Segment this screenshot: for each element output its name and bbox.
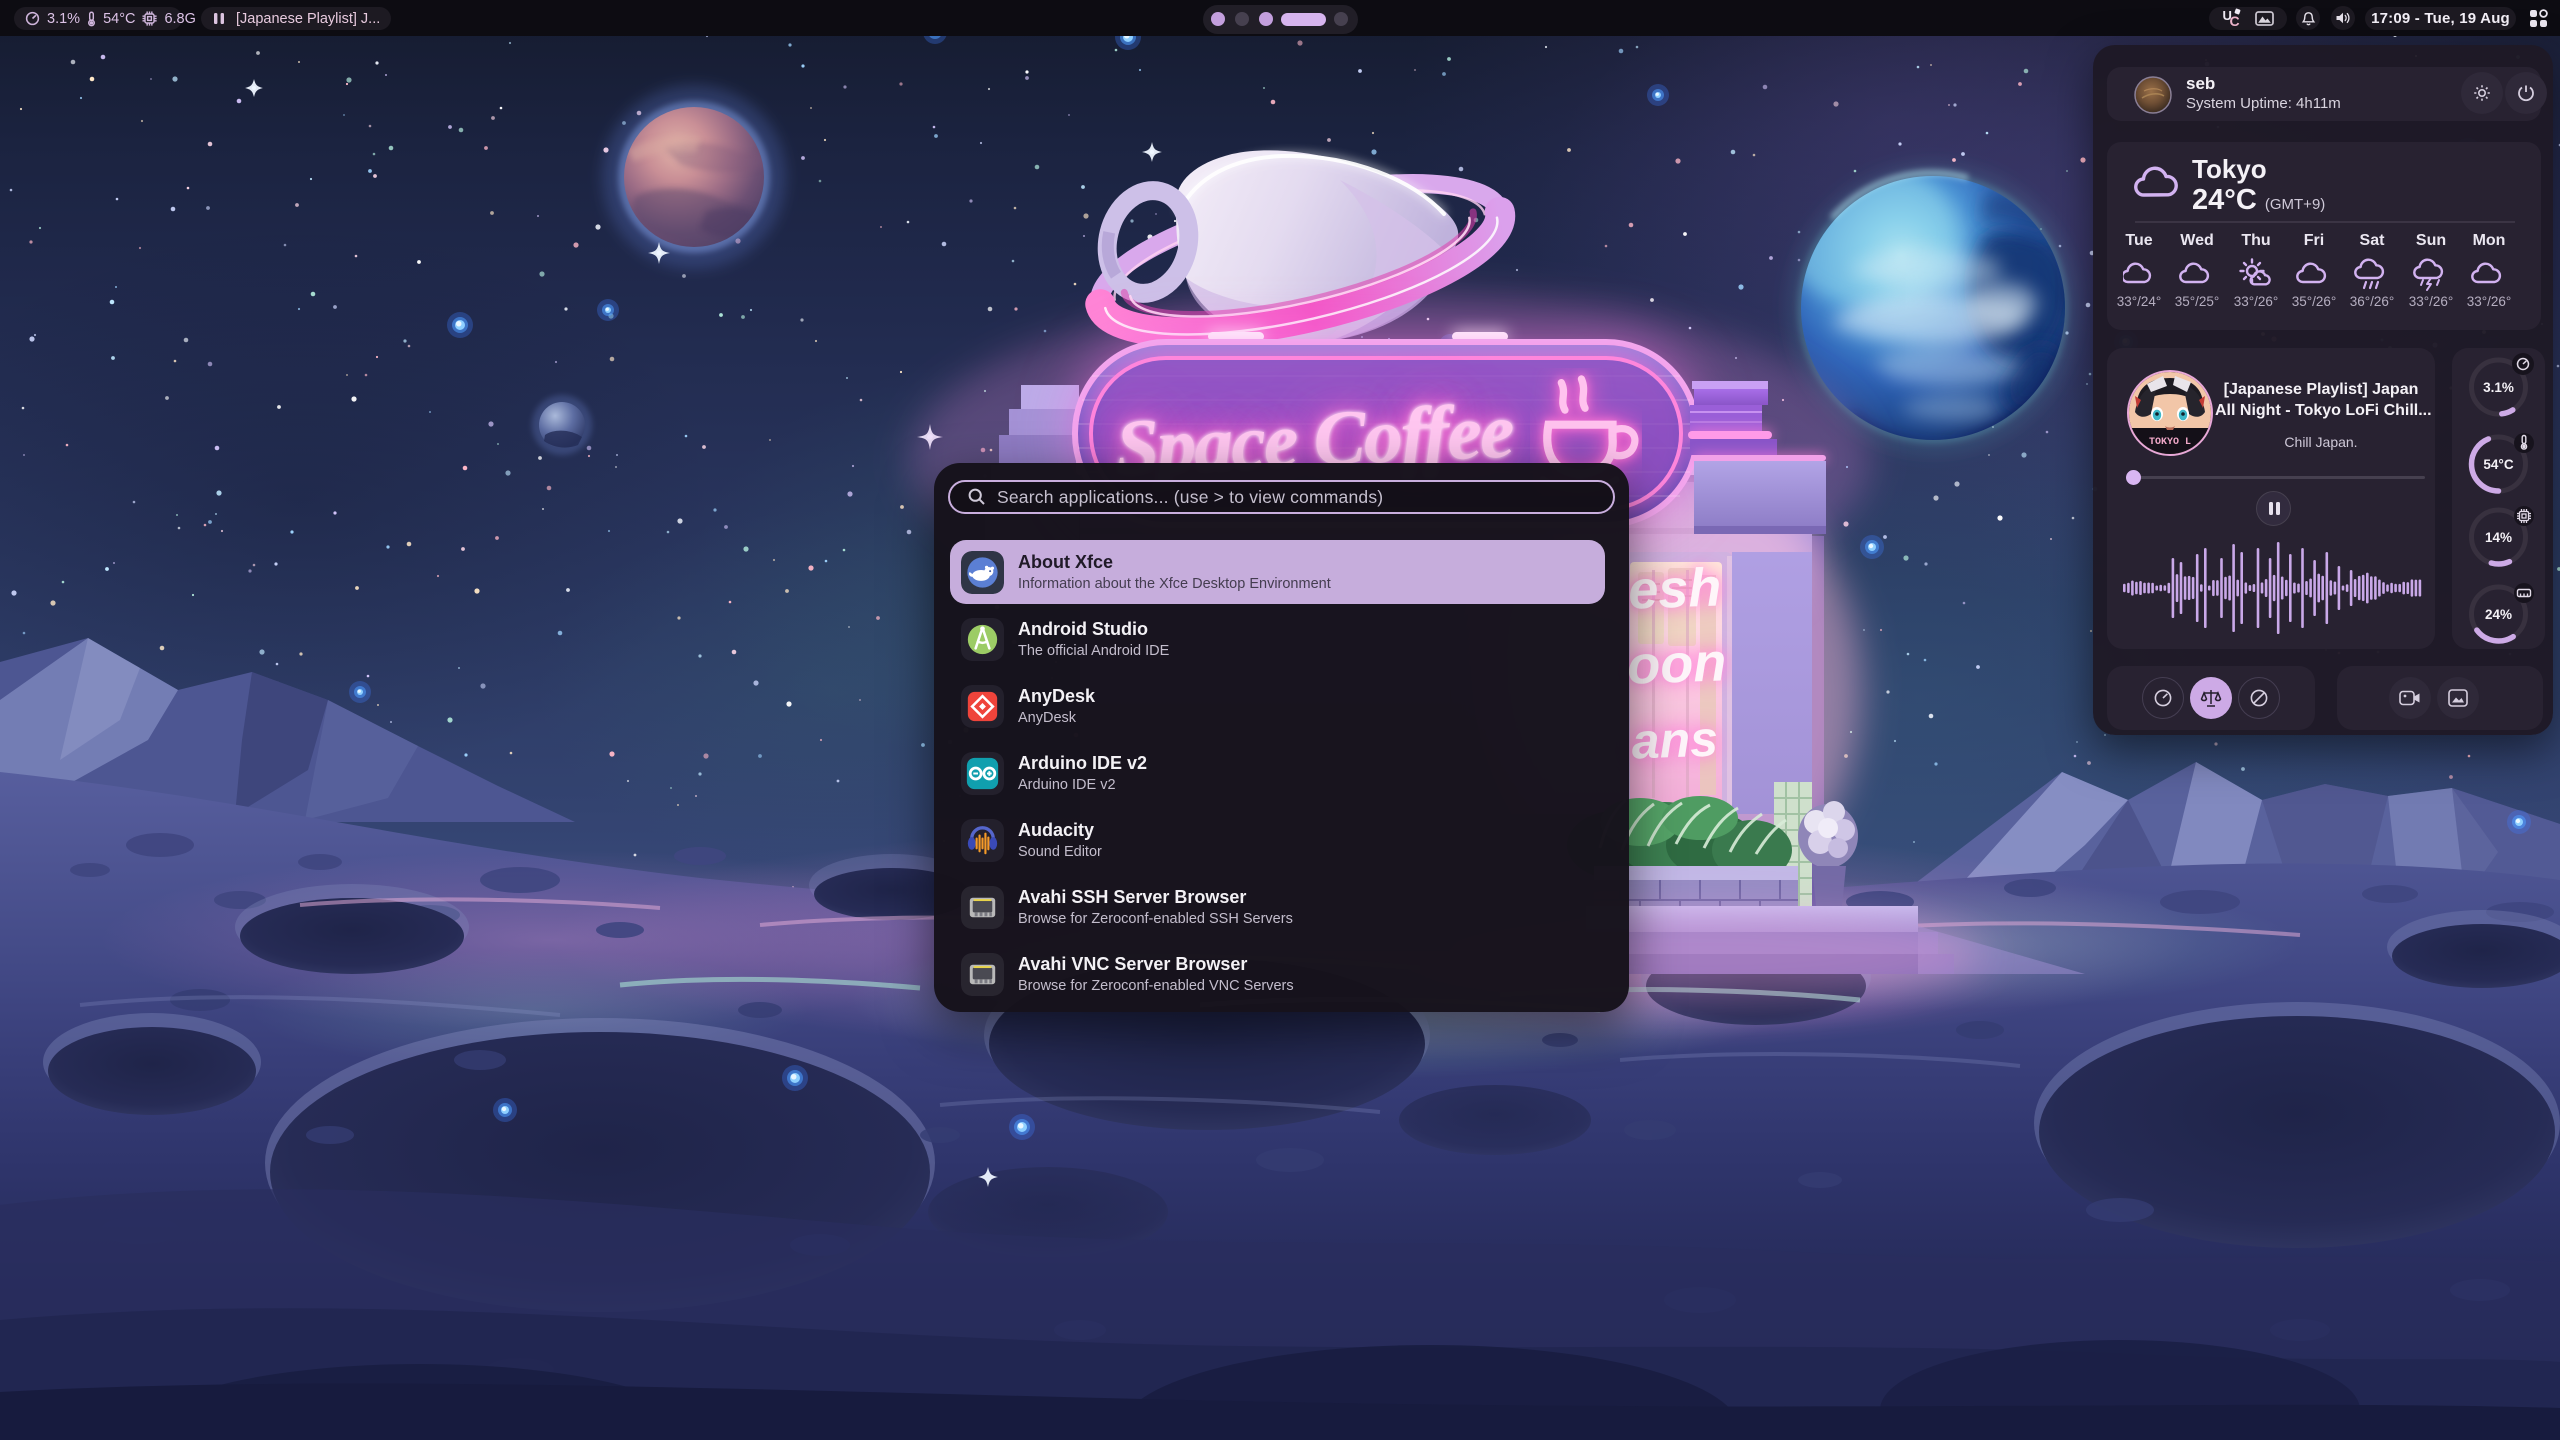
svg-text:oon: oon — [1626, 632, 1727, 695]
svg-text:esh: esh — [1627, 557, 1722, 620]
svg-text:ans: ans — [1631, 711, 1719, 770]
